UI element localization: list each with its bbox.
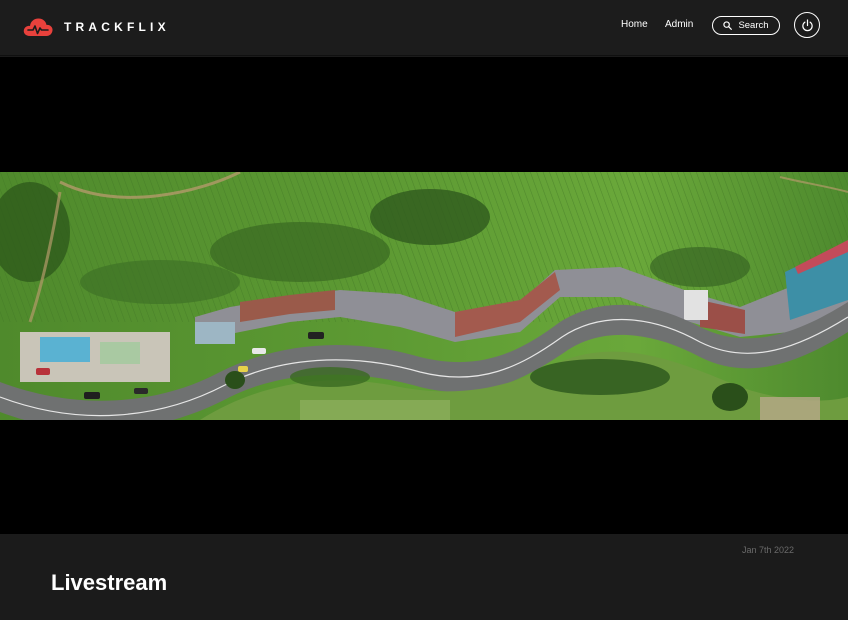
aerial-road-video-image [0, 172, 848, 420]
stream-date: Jan 7th 2022 [742, 545, 795, 555]
top-navigation-bar: TRACKFLIX Home Admin Search [0, 0, 848, 56]
cloud-pulse-icon [23, 18, 53, 36]
brand-name: TRACKFLIX [64, 20, 170, 34]
search-button-label: Search [738, 20, 769, 31]
brand-logo[interactable]: TRACKFLIX [22, 14, 170, 40]
video-player[interactable] [0, 57, 848, 534]
power-icon [801, 18, 813, 31]
nav-home-link[interactable]: Home [621, 19, 648, 30]
stream-title: Livestream [51, 570, 168, 595]
search-button[interactable]: Search [712, 16, 780, 35]
search-icon [723, 21, 733, 30]
nav-admin-link[interactable]: Admin [665, 19, 693, 30]
stream-info: Jan 7th 2022 Livestream [0, 534, 848, 620]
video-frame[interactable] [0, 172, 848, 420]
power-button[interactable] [794, 12, 820, 38]
